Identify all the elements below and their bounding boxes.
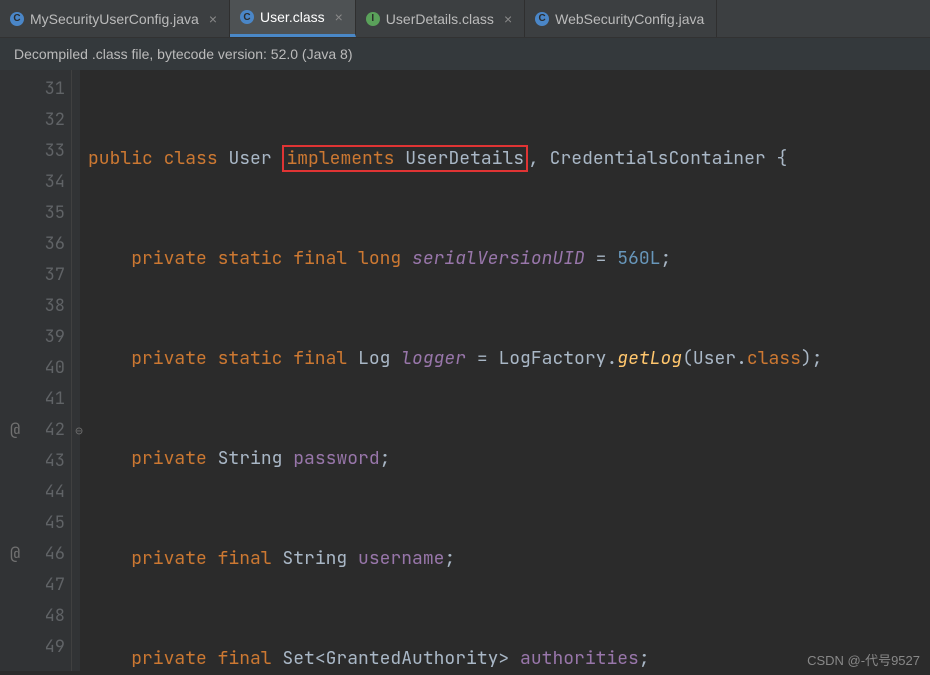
close-icon[interactable]: × bbox=[209, 11, 217, 27]
tab-mysecurityuserconfig[interactable]: C MySecurityUserConfig.java × bbox=[0, 0, 230, 37]
class-icon: C bbox=[10, 12, 24, 26]
code-line: private final String username; bbox=[88, 543, 930, 574]
code-line: private static final Log logger = LogFac… bbox=[88, 343, 930, 374]
close-icon[interactable]: × bbox=[335, 9, 343, 25]
decompiled-banner: Decompiled .class file, bytecode version… bbox=[0, 38, 930, 70]
class-icon: C bbox=[535, 12, 549, 26]
tab-user-class[interactable]: C User.class × bbox=[230, 0, 356, 37]
tab-label: UserDetails.class bbox=[386, 11, 494, 27]
gutter-stripe bbox=[72, 70, 80, 671]
class-icon: C bbox=[240, 10, 254, 24]
interface-icon: I bbox=[366, 12, 380, 26]
watermark: CSDN @-代号9527 bbox=[807, 650, 920, 669]
line-gutter: 31 32 33 34 35 36 37 38 39 40 41 42 43 4… bbox=[0, 70, 72, 671]
close-icon[interactable]: × bbox=[504, 11, 512, 27]
highlighted-annotation: implements UserDetails bbox=[282, 145, 528, 172]
code-area[interactable]: public class User implements UserDetails… bbox=[80, 70, 930, 671]
tab-label: WebSecurityConfig.java bbox=[555, 11, 704, 27]
tab-userdetails-class[interactable]: I UserDetails.class × bbox=[356, 0, 525, 37]
code-line: private final Set<GrantedAuthority> auth… bbox=[88, 643, 930, 671]
code-line: private static final long serialVersionU… bbox=[88, 243, 930, 274]
editor-tabs: C MySecurityUserConfig.java × C User.cla… bbox=[0, 0, 930, 38]
code-editor[interactable]: 31 32 33 34 35 36 37 38 39 40 41 42 43 4… bbox=[0, 70, 930, 671]
code-line: private String password; bbox=[88, 443, 930, 474]
tab-label: MySecurityUserConfig.java bbox=[30, 11, 199, 27]
tab-websecurityconfig[interactable]: C WebSecurityConfig.java bbox=[525, 0, 717, 37]
tab-label: User.class bbox=[260, 9, 325, 25]
code-line: public class User implements UserDetails… bbox=[88, 143, 930, 174]
